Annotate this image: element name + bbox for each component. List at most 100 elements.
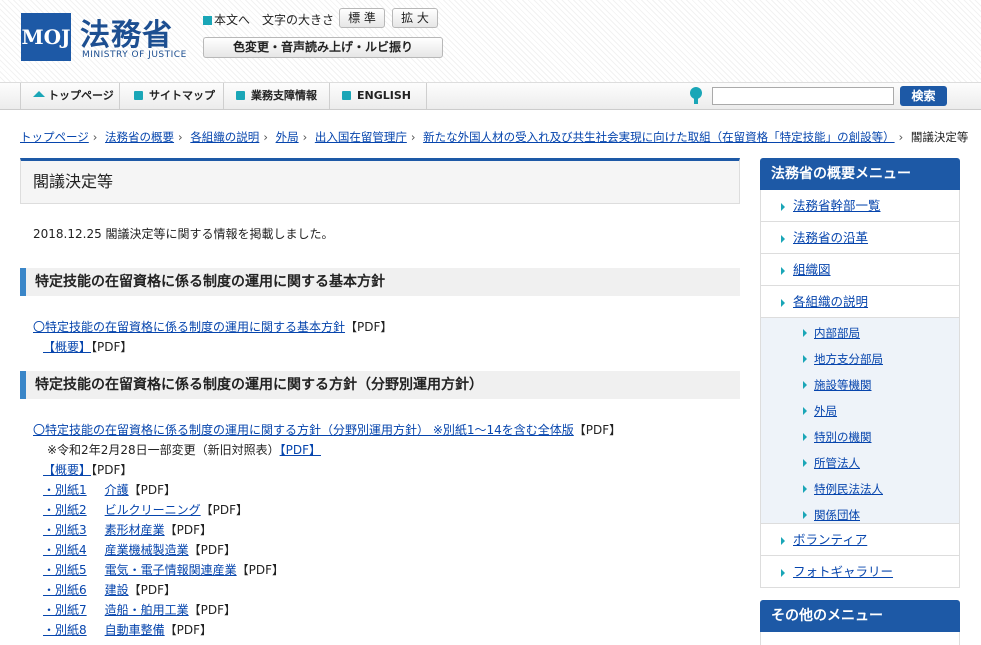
field-policy-summary-link[interactable]: 【概要】	[43, 463, 91, 477]
sidebar-item-photo-gallery[interactable]: フォトギャラリー	[761, 556, 959, 588]
breadcrumb-link-immigration[interactable]: 出入国在留管理庁	[315, 130, 407, 144]
nav-business-info[interactable]: 業務支障情報	[224, 83, 330, 109]
list-item: ・別紙1 介護【PDF】	[43, 481, 176, 498]
site-logo-title[interactable]: 法務省	[80, 10, 173, 54]
attachment-no: ・別紙8	[43, 623, 87, 637]
page-title: 閣議決定等	[20, 158, 740, 204]
revision-pdf-link[interactable]: 【PDF】	[280, 443, 321, 457]
section-heading-basic-policy: 特定技能の在留資格に係る制度の運用に関する基本方針	[20, 268, 740, 296]
sidebar-subitem-label[interactable]: 関係団体	[814, 508, 860, 522]
breadcrumb-link-external[interactable]: 外局	[276, 130, 299, 144]
sidebar-subitem-label[interactable]: 特別の機関	[814, 430, 872, 444]
pdf-label: 【PDF】	[188, 543, 237, 557]
attachment-1-link[interactable]: ・別紙1 介護	[43, 483, 129, 497]
attachment-name: 自動車整備	[104, 623, 165, 637]
sidebar-item-label[interactable]: 法務省幹部一覧	[793, 198, 881, 213]
square-bullet-icon	[342, 91, 351, 100]
nav-sitemap[interactable]: サイトマップ	[120, 83, 224, 109]
sidebar-item-label[interactable]: 法務省の沿革	[793, 230, 868, 245]
section-heading-field-policy: 特定技能の在留資格に係る制度の運用に関する方針（分野別運用方針）	[20, 371, 740, 399]
attachment-6-link[interactable]: ・別紙6 建設	[43, 583, 129, 597]
sidebar-item-label[interactable]: ボランティア	[793, 532, 867, 547]
attachment-7-link[interactable]: ・別紙7 造船・舶用工業	[43, 603, 189, 617]
sidebar-heading-other: その他のメニュー	[760, 600, 960, 632]
breadcrumb-link-overview[interactable]: 法務省の概要	[105, 130, 174, 144]
accessibility-button[interactable]: 色変更・音声読み上げ・ルビ振り	[203, 37, 443, 58]
sidebar-subitem-internal[interactable]: 内部部局	[761, 320, 959, 346]
chevron-right-icon: ›	[898, 130, 904, 144]
attachment-name: ビルクリーニング	[104, 503, 201, 517]
pdf-label: 【PDF】	[188, 603, 237, 617]
sidebar-subitem-facilities[interactable]: 施設等機関	[761, 372, 959, 398]
sidebar-subitem-regional[interactable]: 地方支分部局	[761, 346, 959, 372]
sidebar-subitem-label[interactable]: 外局	[814, 404, 837, 418]
sidebar-item-volunteer[interactable]: ボランティア	[761, 524, 959, 556]
site-header: MOJ 法務省 MINISTRY OF JUSTICE 本文へ 文字の大きさ 標…	[0, 0, 981, 82]
sidebar-item-history[interactable]: 法務省の沿革	[761, 222, 959, 254]
pdf-label: 【PDF】	[91, 463, 133, 477]
sidebar-subitem-label[interactable]: 施設等機関	[814, 378, 872, 392]
pdf-label: 【PDF】	[164, 523, 213, 537]
home-icon	[33, 91, 45, 97]
sidebar-subitem-label[interactable]: 地方支分部局	[814, 352, 883, 366]
skip-link-label: 本文へ	[214, 13, 251, 27]
attachment-name: 介護	[104, 483, 129, 497]
revision-note: ※令和2年2月28日一部変更（新旧対照表）	[47, 443, 280, 457]
attachment-4-link[interactable]: ・別紙4 産業機械製造業	[43, 543, 189, 557]
field-policy-full-link[interactable]: 〇特定技能の在留資格に係る制度の運用に関する方針（分野別運用方針） ※別紙1～1…	[33, 423, 574, 437]
breadcrumb-link-initiative[interactable]: 新たな外国人材の受入れ及び共生社会実現に向けた取組（在留資格「特定技能」の創設等…	[423, 130, 895, 144]
basic-policy-summary-link[interactable]: 【概要】	[43, 340, 91, 354]
attachment-no: ・別紙7	[43, 603, 87, 617]
basic-policy-link[interactable]: 〇特定技能の在留資格に係る制度の運用に関する基本方針	[33, 320, 345, 334]
breadcrumb-link-organizations[interactable]: 各組織の説明	[190, 130, 259, 144]
pdf-label: 【PDF】	[164, 623, 213, 637]
sidebar-item-label[interactable]: 組織図	[793, 262, 831, 277]
search-location-icon	[690, 87, 702, 104]
sidebar-item-executives[interactable]: 法務省幹部一覧	[761, 190, 959, 222]
attachment-name: 建設	[104, 583, 129, 597]
list-item: ・別紙6 建設【PDF】	[43, 581, 176, 598]
list-item: ・別紙8 自動車整備【PDF】	[43, 621, 212, 638]
sidebar-subitem-label[interactable]: 特例民法法人	[814, 482, 883, 496]
list-item: ・別紙7 造船・舶用工業【PDF】	[43, 601, 236, 618]
skip-to-content-link[interactable]: 本文へ	[203, 11, 250, 28]
font-large-button[interactable]: 拡 大	[392, 8, 438, 28]
moj-logo-mark[interactable]: MOJ	[21, 13, 71, 61]
pdf-label: 【PDF】	[573, 423, 622, 437]
sidebar-subitem-special[interactable]: 特別の機関	[761, 424, 959, 450]
sidebar-item-label[interactable]: 各組織の説明	[793, 294, 868, 309]
attachment-5-link[interactable]: ・別紙5 電気・電子情報関連産業	[43, 563, 237, 577]
sidebar-submenu: 内部部局 地方支分部局 施設等機関 外局 特別の機関 所管法人 特例民法法人 関…	[761, 318, 959, 524]
attachment-2-link[interactable]: ・別紙2 ビルクリーニング	[43, 503, 201, 517]
search-button[interactable]: 検索	[900, 86, 947, 106]
sidebar-item-label[interactable]: フォトギャラリー	[793, 564, 893, 579]
attachment-no: ・別紙3	[43, 523, 87, 537]
sidebar-subitem-label[interactable]: 所管法人	[814, 456, 860, 470]
attachment-8-link[interactable]: ・別紙8 自動車整備	[43, 623, 165, 637]
chevron-right-icon: ›	[302, 130, 308, 144]
search-input[interactable]	[712, 87, 894, 105]
sidebar-subitem-civil-law[interactable]: 特例民法法人	[761, 476, 959, 502]
list-item: 〇特定技能の在留資格に係る制度の運用に関する方針（分野別運用方針） ※別紙1～1…	[33, 421, 621, 438]
attachment-name: 素形材産業	[104, 523, 165, 537]
pdf-label: 【PDF】	[128, 583, 177, 597]
attachment-name: 産業機械製造業	[104, 543, 189, 557]
list-item: 〇特定技能の在留資格に係る制度の運用に関する基本方針【PDF】	[33, 318, 392, 335]
font-standard-button[interactable]: 標 準	[339, 8, 385, 28]
sidebar-item-org-chart[interactable]: 組織図	[761, 254, 959, 286]
chevron-right-icon: ›	[263, 130, 268, 144]
attachment-name: 電気・電子情報関連産業	[104, 563, 237, 577]
list-item: ・別紙3 素形材産業【PDF】	[43, 521, 212, 538]
nav-english[interactable]: ENGLISH	[330, 83, 427, 109]
breadcrumb: トップページ › 法務省の概要 › 各組織の説明 › 外局 › 出入国在留管理庁 › 新た…	[20, 129, 970, 145]
nav-home[interactable]: トップページ	[20, 83, 120, 109]
sidebar-subitem-external[interactable]: 外局	[761, 398, 959, 424]
attachment-3-link[interactable]: ・別紙3 素形材産業	[43, 523, 165, 537]
breadcrumb-link-top[interactable]: トップページ	[20, 130, 89, 144]
sidebar-subitem-label[interactable]: 内部部局	[814, 326, 860, 340]
sidebar-item-organizations[interactable]: 各組織の説明	[761, 286, 959, 318]
nav-home-label: トップページ	[48, 89, 114, 102]
attachment-no: ・別紙6	[43, 583, 87, 597]
nav-business-label: 業務支障情報	[251, 89, 317, 102]
sidebar-subitem-corporations[interactable]: 所管法人	[761, 450, 959, 476]
